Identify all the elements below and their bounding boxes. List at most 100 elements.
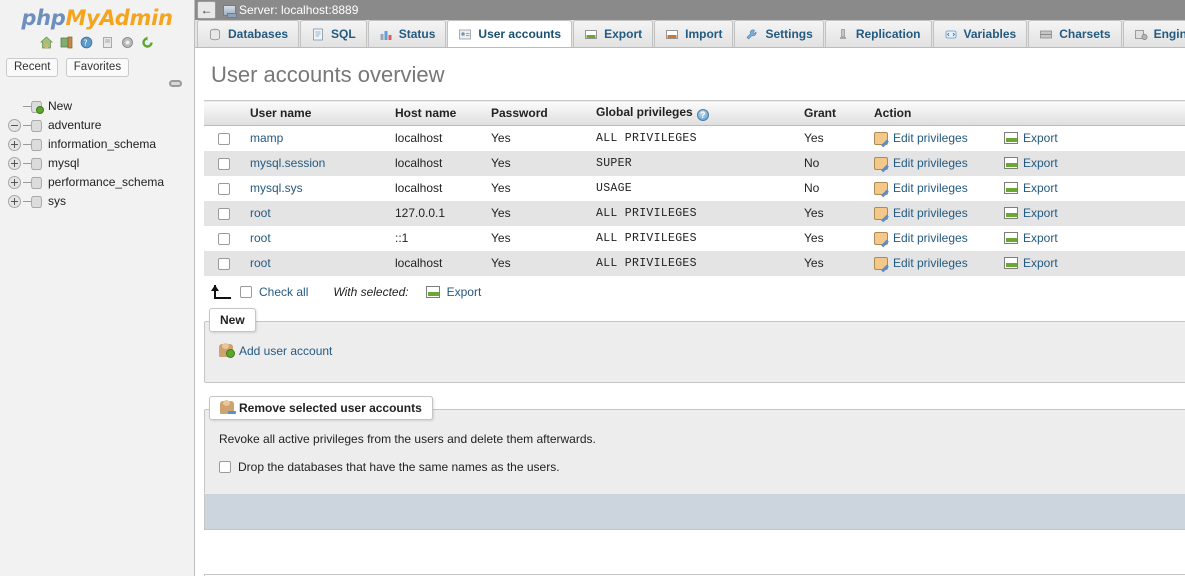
edit-privileges-link[interactable]: Edit privileges — [893, 231, 968, 245]
tab-import[interactable]: Import — [654, 20, 734, 47]
row-user-name[interactable]: mamp — [244, 125, 389, 151]
tab-variables[interactable]: Variables — [932, 20, 1028, 47]
logout-icon[interactable] — [60, 36, 73, 49]
row-checkbox-cell[interactable] — [204, 175, 244, 201]
with-selected-export-link[interactable]: Export — [447, 285, 482, 299]
tab-databases[interactable]: Databases — [197, 20, 300, 47]
row-user-name[interactable]: root — [244, 250, 389, 276]
phpmyadmin-logo[interactable]: phpMyAdmin — [0, 0, 194, 30]
row-checkbox[interactable] — [218, 257, 230, 270]
reload-icon[interactable] — [141, 36, 154, 49]
tree-node-toggle-icon[interactable] — [8, 138, 21, 151]
export-link[interactable]: Export — [1023, 231, 1058, 245]
settings-icon[interactable] — [121, 36, 134, 49]
check-all-checkbox[interactable] — [240, 285, 252, 298]
table-row[interactable]: root ::1 Yes ALL PRIVILEGES Yes Edit pri… — [204, 225, 1185, 251]
tree-node-toggle-icon[interactable] — [8, 195, 21, 208]
sidebar-tab-favorites[interactable]: Favorites — [65, 58, 130, 77]
tab-user-accounts[interactable]: User accounts — [447, 20, 573, 47]
tab-settings[interactable]: Settings — [734, 20, 824, 47]
header-password[interactable]: Password — [485, 100, 590, 126]
header-global-privileges[interactable]: Global privileges? — [590, 100, 798, 126]
row-user-name[interactable]: mysql.sys — [244, 175, 389, 201]
row-user-name[interactable]: root — [244, 200, 389, 226]
row-export-cell[interactable]: Export — [998, 175, 1185, 201]
db-tree-item-information-schema[interactable]: information_schema — [8, 135, 194, 154]
export-link[interactable]: Export — [1023, 206, 1058, 220]
header-user-name[interactable]: User name — [244, 100, 389, 126]
user-link[interactable]: root — [250, 256, 271, 270]
row-edit-privileges-cell[interactable]: Edit privileges — [868, 175, 998, 201]
db-tree-item-adventure[interactable]: adventure — [8, 116, 194, 135]
header-host-name[interactable]: Host name — [389, 100, 485, 126]
export-link[interactable]: Export — [1023, 256, 1058, 270]
row-user-name[interactable]: mysql.session — [244, 150, 389, 176]
user-link[interactable]: mamp — [250, 131, 283, 145]
row-checkbox[interactable] — [218, 182, 230, 195]
table-row[interactable]: root localhost Yes ALL PRIVILEGES Yes Ed… — [204, 250, 1185, 276]
tree-node-toggle-icon[interactable] — [8, 176, 21, 189]
row-checkbox[interactable] — [218, 157, 230, 170]
tab-sql[interactable]: SQL — [300, 20, 367, 47]
edit-privileges-link[interactable]: Edit privileges — [893, 131, 968, 145]
user-link[interactable]: root — [250, 206, 271, 220]
edit-privileges-link[interactable]: Edit privileges — [893, 156, 968, 170]
row-edit-privileges-cell[interactable]: Edit privileges — [868, 125, 998, 151]
export-icon — [1004, 132, 1018, 145]
sidebar-tab-recent[interactable]: Recent — [6, 58, 59, 77]
table-row[interactable]: mamp localhost Yes ALL PRIVILEGES Yes Ed… — [204, 125, 1185, 151]
row-export-cell[interactable]: Export — [998, 150, 1185, 176]
table-row[interactable]: mysql.sys localhost Yes USAGE No Edit pr… — [204, 175, 1185, 201]
row-checkbox-cell[interactable] — [204, 200, 244, 226]
header-grant[interactable]: Grant — [798, 100, 868, 126]
table-row[interactable]: root 127.0.0.1 Yes ALL PRIVILEGES Yes Ed… — [204, 200, 1185, 226]
db-tree-item-sys[interactable]: sys — [8, 192, 194, 211]
export-link[interactable]: Export — [1023, 156, 1058, 170]
export-link[interactable]: Export — [1023, 131, 1058, 145]
row-checkbox-cell[interactable] — [204, 225, 244, 251]
row-checkbox[interactable] — [218, 232, 230, 245]
tree-node-toggle-icon[interactable] — [8, 157, 21, 170]
user-link[interactable]: mysql.session — [250, 156, 325, 170]
docs-icon[interactable]: ? — [80, 36, 93, 49]
collapse-sidebar-icon[interactable] — [169, 80, 182, 87]
check-all-label[interactable]: Check all — [259, 285, 308, 299]
phpdocs-icon[interactable] — [101, 36, 114, 49]
drop-databases-option[interactable]: Drop the databases that have the same na… — [219, 460, 1185, 474]
edit-privileges-link[interactable]: Edit privileges — [893, 181, 968, 195]
row-edit-privileges-cell[interactable]: Edit privileges — [868, 225, 998, 251]
row-export-cell[interactable]: Export — [998, 125, 1185, 151]
row-checkbox[interactable] — [218, 207, 230, 220]
db-tree-item-mysql[interactable]: mysql — [8, 154, 194, 173]
export-link[interactable]: Export — [1023, 181, 1058, 195]
table-row[interactable]: mysql.session localhost Yes SUPER No Edi… — [204, 150, 1185, 176]
edit-privileges-link[interactable]: Edit privileges — [893, 256, 968, 270]
tab-export[interactable]: Export — [573, 20, 654, 47]
tab-charsets[interactable]: Charsets — [1028, 20, 1122, 47]
row-checkbox[interactable] — [218, 133, 230, 146]
tab-status[interactable]: Status — [367, 20, 447, 47]
row-export-cell[interactable]: Export — [998, 200, 1185, 226]
tree-node-toggle-icon[interactable] — [8, 119, 21, 132]
row-export-cell[interactable]: Export — [998, 225, 1185, 251]
tab-engines[interactable]: Engines — [1122, 20, 1185, 47]
row-edit-privileges-cell[interactable]: Edit privileges — [868, 250, 998, 276]
db-tree-item-new[interactable]: New — [8, 97, 194, 116]
add-user-account-link[interactable]: Add user account — [219, 343, 1185, 358]
user-link[interactable]: root — [250, 231, 271, 245]
tab-replication[interactable]: Replication — [824, 20, 932, 47]
user-link[interactable]: mysql.sys — [250, 181, 303, 195]
row-export-cell[interactable]: Export — [998, 250, 1185, 276]
row-checkbox-cell[interactable] — [204, 250, 244, 276]
drop-databases-checkbox[interactable] — [219, 460, 231, 473]
row-checkbox-cell[interactable] — [204, 125, 244, 151]
help-icon[interactable]: ? — [696, 109, 709, 121]
back-button[interactable]: ← — [197, 1, 216, 19]
home-icon[interactable] — [39, 36, 53, 49]
edit-privileges-link[interactable]: Edit privileges — [893, 206, 968, 220]
db-tree-item-performance-schema[interactable]: performance_schema — [8, 173, 194, 192]
row-edit-privileges-cell[interactable]: Edit privileges — [868, 150, 998, 176]
row-checkbox-cell[interactable] — [204, 150, 244, 176]
row-edit-privileges-cell[interactable]: Edit privileges — [868, 200, 998, 226]
row-user-name[interactable]: root — [244, 225, 389, 251]
